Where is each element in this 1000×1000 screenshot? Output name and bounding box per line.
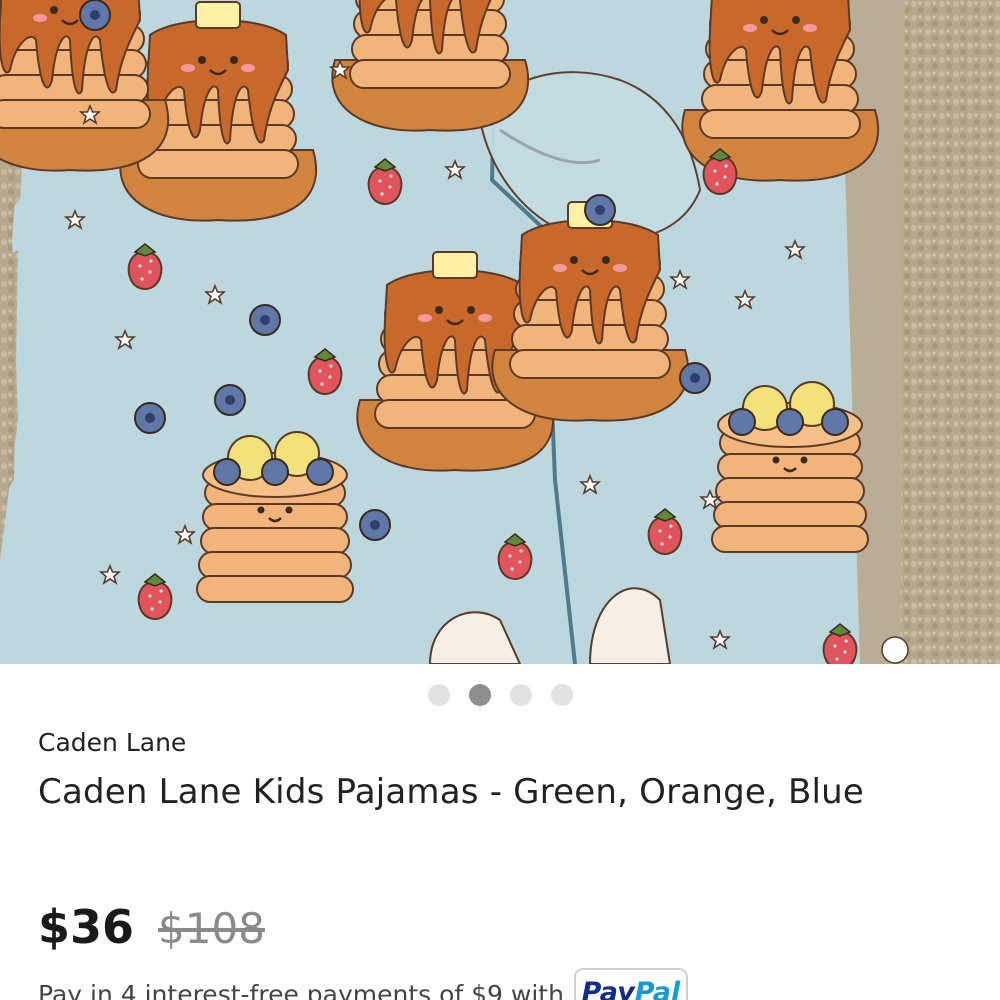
current-price: $36 [38, 900, 135, 954]
image-pager [0, 684, 1000, 706]
pager-dot[interactable] [427, 684, 450, 706]
installment-text: Pay in 4 interest-free payments of $9 wi… [38, 980, 564, 1000]
pager-dot[interactable] [550, 684, 573, 706]
paypal-badge[interactable]: PayPal [573, 968, 688, 1000]
price-row: $36 $108 [38, 900, 265, 954]
paypal-installments: Pay in 4 interest-free payments of $9 wi… [38, 968, 688, 1000]
paypal-logo-pal: Pal [634, 977, 681, 1000]
product-page: Caden Lane Caden Lane Kids Pajamas - Gre… [0, 0, 1000, 1000]
original-price: $108 [158, 904, 265, 953]
product-title: Caden Lane Kids Pajamas - Green, Orange,… [38, 772, 865, 812]
paypal-logo-pay: Pay [581, 977, 635, 1000]
product-photo[interactable] [0, 0, 1000, 664]
pager-dot[interactable] [509, 684, 532, 706]
pajamas-photo-illustration [0, 0, 1000, 664]
pager-dot-active[interactable] [468, 684, 491, 706]
brand-name[interactable]: Caden Lane [38, 728, 186, 757]
